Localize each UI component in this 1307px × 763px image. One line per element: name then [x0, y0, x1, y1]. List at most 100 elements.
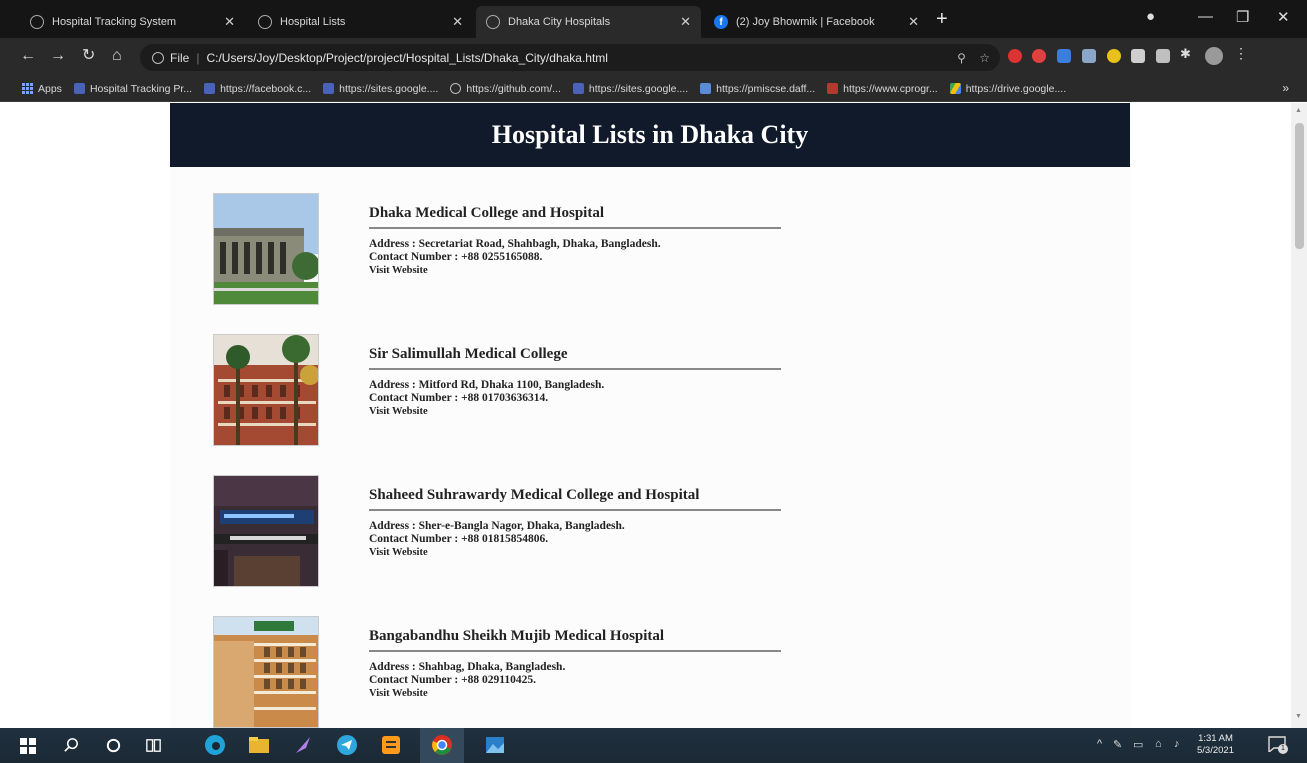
bookmark-label: Hospital Tracking Pr...: [89, 82, 193, 95]
network-icon[interactable]: ⌂: [1155, 738, 1162, 750]
menu-icon[interactable]: ⋮: [1234, 45, 1248, 61]
window-close-icon[interactable]: ✕: [1277, 8, 1290, 26]
scroll-thumb[interactable]: [1295, 123, 1304, 249]
clock-time: 1:31 AM: [1198, 733, 1233, 744]
photos-app-icon[interactable]: [484, 734, 506, 756]
minimize-icon[interactable]: —: [1198, 8, 1213, 25]
tab-dhaka-city-hospitals[interactable]: Dhaka City Hospitals ✕: [476, 6, 701, 38]
tray-overflow-icon[interactable]: ^: [1097, 738, 1102, 750]
file-explorer-icon[interactable]: [248, 734, 270, 756]
bookmark-star-icon[interactable]: ☆: [979, 51, 990, 65]
globe-icon: [30, 15, 44, 29]
hospital-photo: [213, 334, 319, 446]
volume-icon[interactable]: ♪: [1174, 738, 1180, 750]
telegram-icon[interactable]: [336, 734, 358, 756]
bookmark-label: https://facebook.c...: [220, 82, 312, 95]
feather-app-icon[interactable]: [292, 734, 314, 756]
maximize-icon[interactable]: ❐: [1236, 8, 1249, 26]
visit-website-link[interactable]: Visit Website: [369, 546, 781, 559]
scroll-down-icon[interactable]: ▼: [1295, 713, 1302, 720]
scroll-up-icon[interactable]: ▲: [1295, 107, 1302, 114]
facebook-icon: f: [714, 15, 728, 29]
tab-facebook[interactable]: f (2) Joy Bhowmik | Facebook ✕: [704, 6, 929, 38]
tab-hospital-lists[interactable]: Hospital Lists ✕: [248, 6, 473, 38]
hospital-card: Bangabandhu Sheikh Mujib Medical Hospita…: [213, 616, 813, 728]
profile-icon[interactable]: ●: [1146, 8, 1155, 25]
close-icon[interactable]: ✕: [452, 14, 463, 30]
site-icon: [572, 83, 584, 94]
cortana-icon[interactable]: [104, 736, 123, 755]
extension-icon[interactable]: [1107, 49, 1121, 63]
close-icon[interactable]: ✕: [908, 14, 919, 30]
extension-icon[interactable]: [1156, 49, 1170, 63]
puzzle-icon[interactable]: ✱: [1180, 46, 1194, 61]
forward-icon[interactable]: →: [50, 46, 66, 66]
visit-website-link[interactable]: Visit Website: [369, 405, 781, 418]
zoom-icon[interactable]: ⚲: [957, 51, 966, 65]
visit-website-link[interactable]: Visit Website: [369, 264, 781, 277]
bookmark-item[interactable]: https://drive.google....: [949, 82, 1067, 95]
vertical-scrollbar[interactable]: ▲ ▼: [1291, 103, 1307, 728]
visit-website-link[interactable]: Visit Website: [369, 687, 781, 700]
bookmark-label: https://pmiscse.daff...: [716, 82, 816, 95]
extension-icon[interactable]: [1082, 49, 1096, 63]
chrome-icon[interactable]: [431, 734, 453, 756]
info-icon[interactable]: [152, 51, 164, 64]
screen: Hospital Tracking System ✕ Hospital List…: [0, 0, 1307, 763]
site-icon: [827, 83, 839, 94]
bookmark-label: Apps: [38, 82, 62, 95]
divider: |: [196, 50, 200, 65]
bookmark-label: https://drive.google....: [965, 82, 1067, 95]
extension-icon[interactable]: [1131, 49, 1145, 63]
windows-start-icon[interactable]: [20, 738, 36, 754]
hospital-info: Dhaka Medical College and Hospital Addre…: [369, 205, 781, 277]
tab-title: Dhaka City Hospitals: [508, 16, 611, 28]
bookmark-item[interactable]: https://facebook.c...: [204, 83, 311, 95]
bookmark-item[interactable]: Hospital Tracking Pr...: [73, 82, 193, 95]
home-icon[interactable]: ⌂: [112, 46, 122, 66]
battery-icon[interactable]: ▭: [1133, 738, 1143, 751]
hospital-photo: [213, 616, 319, 728]
tab-hospital-tracking-system[interactable]: Hospital Tracking System ✕: [20, 6, 245, 38]
bookmarks-overflow-icon[interactable]: »: [1282, 81, 1289, 95]
system-clock[interactable]: 1:31 AM 5/3/2021: [1197, 733, 1234, 757]
hospital-info: Sir Salimullah Medical College Address :…: [369, 346, 781, 418]
bookmark-item[interactable]: https://github.com/...: [450, 83, 561, 95]
extension-icon[interactable]: [1008, 49, 1022, 63]
task-view-icon[interactable]: [144, 736, 163, 755]
search-icon[interactable]: [62, 736, 81, 755]
bookmark-label: https://github.com/...: [466, 82, 561, 95]
back-icon[interactable]: ←: [20, 46, 36, 66]
bookmarks-bar: Apps Hospital Tracking Pr... https://fac…: [0, 76, 1307, 102]
hospital-card: Sir Salimullah Medical College Address :…: [213, 334, 813, 446]
hospital-contact: Contact Number : +88 0255165088.: [369, 251, 543, 263]
close-icon[interactable]: ✕: [680, 14, 691, 30]
close-icon[interactable]: ✕: [224, 14, 235, 30]
bookmark-item[interactable]: https://sites.google....: [572, 83, 688, 95]
bookmark-item[interactable]: https://pmiscse.daff...: [700, 83, 815, 95]
hospital-name: Bangabandhu Sheikh Mujib Medical Hospita…: [369, 628, 781, 652]
avatar[interactable]: [1205, 47, 1223, 65]
notification-center-icon[interactable]: 1: [1268, 736, 1288, 754]
sublime-text-icon[interactable]: [380, 734, 402, 756]
extension-icon[interactable]: [1057, 49, 1071, 63]
extension-icon[interactable]: [1032, 49, 1046, 63]
apps-grid-icon: [22, 83, 33, 94]
bookmark-apps[interactable]: Apps: [22, 83, 62, 95]
notification-count: 1: [1278, 744, 1288, 754]
pen-icon[interactable]: ✎: [1113, 738, 1122, 751]
windows-taskbar: ^ ✎ ▭ ⌂ ♪ 1:31 AM 5/3/2021 1: [0, 728, 1307, 763]
hospital-address: Address : Secretariat Road, Shahbagh, Dh…: [369, 238, 661, 250]
bookmark-item[interactable]: https://sites.google....: [323, 83, 438, 95]
new-tab-icon[interactable]: +: [936, 8, 948, 30]
address-bar[interactable]: File | C:/Users/Joy/Desktop/Project/proj…: [140, 44, 1000, 71]
hospital-info: Shaheed Suhrawardy Medical College and H…: [369, 487, 781, 559]
reload-icon[interactable]: ↻: [82, 46, 95, 66]
site-icon: [73, 83, 85, 94]
browser-tab-strip: Hospital Tracking System ✕ Hospital List…: [0, 0, 1307, 38]
page-viewport: Hospital Lists in Dhaka City Dhaka Medic…: [0, 103, 1291, 728]
bookmark-item[interactable]: https://www.cprogr...: [827, 83, 938, 95]
hospital-contact: Contact Number : +88 029110425.: [369, 674, 537, 686]
edge-icon[interactable]: [204, 734, 226, 756]
hospital-photo: [213, 193, 319, 305]
